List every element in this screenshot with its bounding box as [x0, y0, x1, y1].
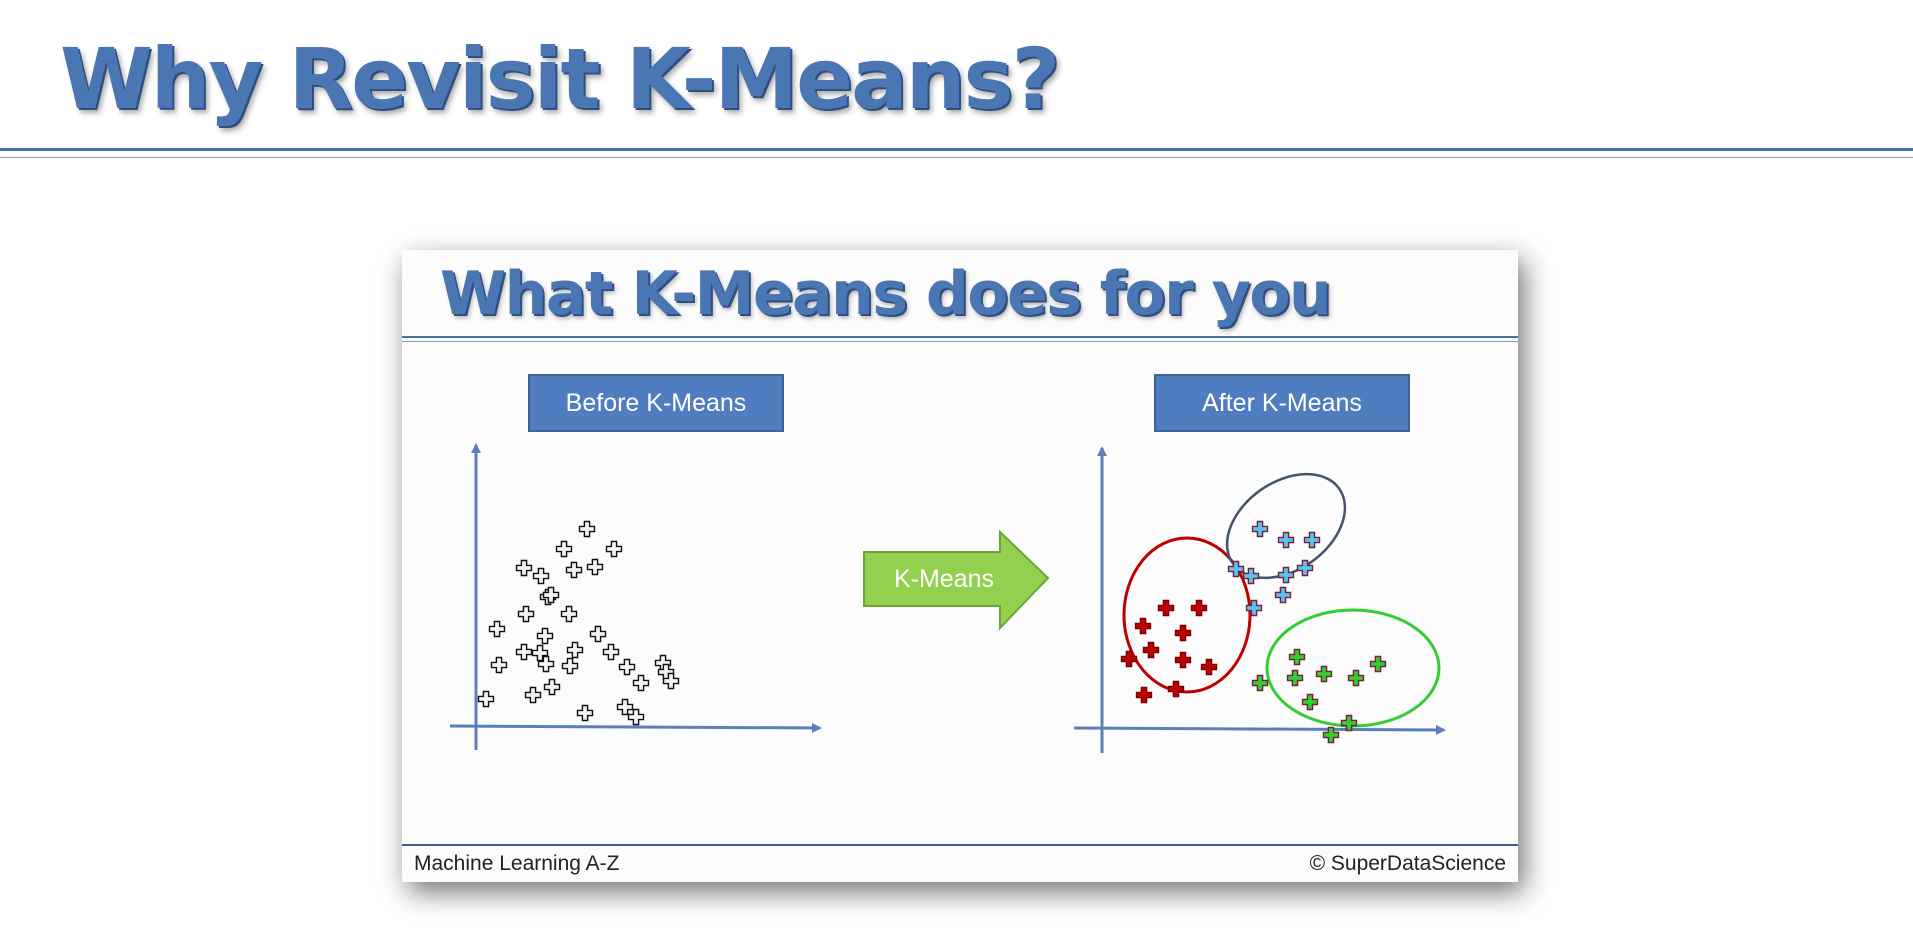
cluster-green-point [1286, 669, 1304, 687]
before-x-axis [449, 722, 822, 733]
data-point-marker [517, 605, 535, 623]
data-point-marker [589, 625, 607, 643]
data-point-marker [632, 674, 650, 692]
cluster-blue-point [1303, 531, 1321, 549]
data-point-marker [515, 559, 533, 577]
cluster-red-point [1200, 658, 1218, 676]
after-points [1120, 520, 1387, 744]
title-divider [0, 148, 1913, 158]
slide-image: What K-Means does for you Before K-Means… [402, 250, 1518, 882]
data-point-marker [565, 561, 583, 579]
cluster-red-point [1134, 617, 1152, 635]
after-axes [1073, 446, 1446, 753]
cluster-green-point [1347, 669, 1365, 687]
cluster-blue-point [1277, 531, 1295, 549]
data-point-marker [477, 690, 495, 708]
cluster-blue-point [1277, 566, 1295, 584]
data-point-marker [488, 620, 506, 638]
data-point-marker [578, 520, 596, 538]
cluster-red-point [1174, 651, 1192, 669]
cluster-blue-point [1242, 567, 1260, 585]
cluster-red-point [1190, 599, 1208, 617]
cluster-green-point [1251, 674, 1269, 692]
data-point-marker [543, 678, 561, 696]
data-point-marker [490, 656, 508, 674]
cluster-red-point [1135, 686, 1153, 704]
data-point-marker [602, 643, 620, 661]
data-point-marker [618, 658, 636, 676]
cluster-blue-point [1274, 586, 1292, 604]
data-point-marker [532, 567, 550, 585]
cluster-red-point [1174, 624, 1192, 642]
data-point-marker [566, 641, 584, 659]
data-point-marker [555, 540, 573, 558]
data-point-marker [605, 540, 623, 558]
cluster-green-ellipse [1265, 608, 1441, 728]
footer-course-name: Machine Learning A-Z [414, 852, 620, 875]
cluster-green-point [1315, 665, 1333, 683]
slide-footer: Machine Learning A-Z © SuperDataScience [402, 844, 1518, 882]
data-point-marker [515, 643, 533, 661]
data-point-marker [586, 558, 604, 576]
data-point-marker [576, 704, 594, 722]
footer-copyright: © SuperDataScience [1309, 852, 1506, 875]
cluster-green-point [1369, 655, 1387, 673]
data-point-marker [536, 627, 554, 645]
cluster-green-point [1301, 693, 1319, 711]
data-point-marker [627, 708, 645, 726]
kmeans-diagram: K-Means [449, 443, 1446, 753]
cluster-red-point [1157, 599, 1175, 617]
cluster-blue-point [1251, 520, 1269, 538]
cluster-red-point [1167, 680, 1185, 698]
after-x-axis [1073, 724, 1446, 735]
cluster-red-point [1142, 641, 1160, 659]
data-point-marker [560, 605, 578, 623]
data-point-marker [616, 698, 634, 716]
data-point-marker [524, 686, 542, 704]
before-points [477, 520, 680, 726]
data-point-marker [561, 657, 579, 675]
kmeans-arrow: K-Means [863, 529, 1050, 631]
page-title: Why Revisit K-Means? [60, 30, 1060, 128]
before-axes [449, 443, 822, 750]
cluster-green-point [1288, 648, 1306, 666]
kmeans-arrow-label: K-Means [894, 565, 994, 593]
cluster-red-point [1120, 650, 1138, 668]
